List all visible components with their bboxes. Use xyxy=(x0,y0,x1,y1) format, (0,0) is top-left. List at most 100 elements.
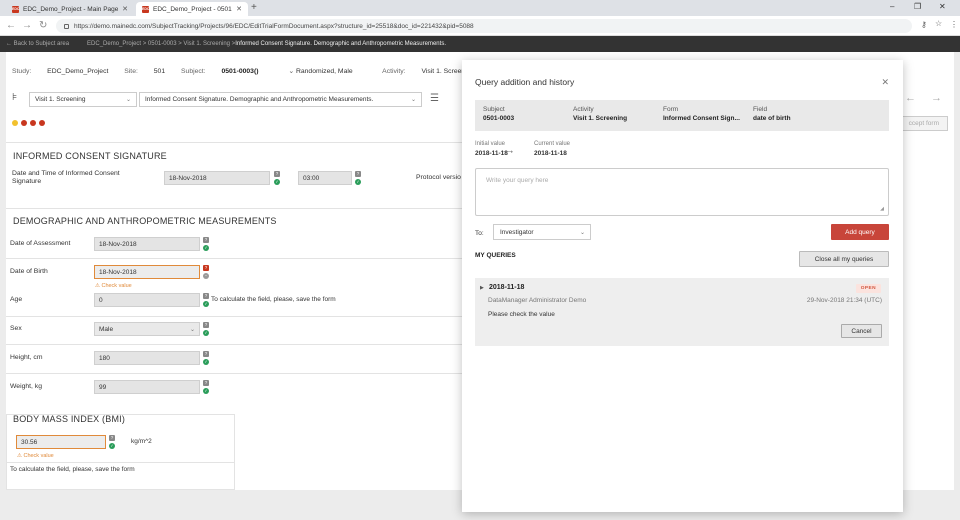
breadcrumb: ← Back to Subject area EDC_Demo_Project … xyxy=(0,36,960,52)
check-icon: ✓ xyxy=(203,388,209,394)
new-tab-icon[interactable]: + xyxy=(251,2,257,14)
sex-select[interactable]: Male ⌄ xyxy=(94,322,200,336)
close-icon[interactable]: ✕ xyxy=(122,5,128,13)
url-input[interactable]: https://demo.mainedc.com/SubjectTracking… xyxy=(56,19,912,33)
bmi-calc-note: To calculate the field, please, save the… xyxy=(10,466,135,473)
status-dot-red xyxy=(30,120,36,126)
my-queries-heading: MY QUERIES xyxy=(475,252,516,259)
weight-label: Weight, kg xyxy=(10,383,42,390)
chevron-down-icon: ⌄ xyxy=(579,230,585,236)
consent-date-field[interactable]: 18-Nov-2018 xyxy=(164,171,270,185)
study-value: EDC_Demo_Project xyxy=(47,68,109,75)
query-item: ▶ 2018-11-18 OPEN DataManager Administra… xyxy=(475,278,889,346)
bmi-unit: kg/m^2 xyxy=(131,438,152,445)
protocol-version-label: Protocol versio xyxy=(416,174,461,181)
maximize-icon[interactable]: ❐ xyxy=(914,2,921,11)
browser-tab-form[interactable]: EDC EDC_Demo_Project - 0501-0003 ✕ xyxy=(136,2,248,16)
history-icon[interactable]: ☰ xyxy=(430,93,439,104)
key-icon[interactable]: ⚷ xyxy=(921,20,927,29)
check-icon: ✓ xyxy=(203,245,209,251)
form-select[interactable]: Informed Consent Signature. Demographic … xyxy=(139,92,422,107)
section-title-bmi: BODY MASS INDEX (BMI) xyxy=(13,414,126,424)
status-dropdown[interactable]: ⌄ Randomized, Male xyxy=(288,68,366,75)
url-text: https://demo.mainedc.com/SubjectTracking… xyxy=(74,22,474,30)
browser-tab-main-page[interactable]: EDC EDC_Demo_Project - Main Page ✕ xyxy=(6,2,134,16)
consent-time-field[interactable]: 03:00 xyxy=(298,171,352,185)
query-text: Please check the value xyxy=(488,311,555,318)
bmi-field[interactable]: 30.56 xyxy=(16,435,106,449)
current-value: Current value 2018-11-18 xyxy=(534,141,571,157)
edc-favicon-icon: EDC xyxy=(142,5,150,13)
height-label: Height, cm xyxy=(10,354,43,361)
age-calc-note: To calculate the field, please, save the… xyxy=(211,296,336,303)
visit-select[interactable]: Visit 1. Screening ⌄ xyxy=(29,92,137,107)
status-badge: OPEN xyxy=(855,284,881,293)
query-icon[interactable]: ? xyxy=(203,293,209,299)
cancel-query-button[interactable]: Cancel xyxy=(841,324,882,338)
add-query-button[interactable]: Add query xyxy=(831,224,889,240)
back-arrow-icon[interactable]: ← xyxy=(6,20,16,32)
query-textarea[interactable]: Write your query here ◢ xyxy=(475,168,889,216)
divider xyxy=(6,258,466,259)
query-icon[interactable]: ? xyxy=(203,322,209,328)
breadcrumb-path[interactable]: EDC_Demo_Project > 0501-0003 > Visit 1. … xyxy=(87,41,235,47)
previous-arrow-icon[interactable]: ← xyxy=(905,93,916,104)
tab-title: EDC_Demo_Project - 0501-0003 xyxy=(153,5,232,13)
section-title-demographic: DEMOGRAPHIC AND ANTHROPOMETRIC MEASUREME… xyxy=(13,216,277,226)
close-all-queries-button[interactable]: Close all my queries xyxy=(799,251,889,267)
info-activity: Activity Visit 1. Screening xyxy=(573,106,628,122)
query-icon[interactable]: ? xyxy=(274,171,280,177)
divider xyxy=(6,142,466,143)
star-icon[interactable]: ☆ xyxy=(935,19,942,28)
site-value: 501 xyxy=(153,68,166,75)
sex-label: Sex xyxy=(10,325,22,332)
back-to-subject-link[interactable]: ← Back to Subject area xyxy=(6,41,69,47)
tab-title: EDC_Demo_Project - Main Page xyxy=(23,5,119,13)
minimize-icon[interactable]: – xyxy=(890,2,894,11)
info-field: Field date of birth xyxy=(753,106,791,122)
close-icon[interactable]: ✕ xyxy=(236,5,242,13)
expand-triangle-icon[interactable]: ▶ xyxy=(480,285,484,291)
age-field[interactable]: 0 xyxy=(94,293,200,307)
query-date[interactable]: 2018-11-18 xyxy=(489,284,524,291)
tree-structure-icon[interactable]: ⊧ xyxy=(12,92,17,103)
query-icon[interactable]: ? xyxy=(203,351,209,357)
pending-icon: − xyxy=(203,273,209,279)
check-icon: ✓ xyxy=(274,179,280,185)
status-dot-yellow xyxy=(12,120,18,126)
lock-icon xyxy=(64,23,69,29)
close-icon[interactable]: ✕ xyxy=(881,78,889,87)
query-icon[interactable]: ? xyxy=(203,380,209,386)
menu-dots-icon[interactable]: ⋮ xyxy=(950,20,958,29)
resize-grip-icon[interactable]: ◢ xyxy=(880,206,884,212)
query-icon[interactable]: ? xyxy=(109,435,115,441)
divider xyxy=(6,344,466,345)
subject-value: 0501-0003() xyxy=(221,68,259,75)
check-icon: ✓ xyxy=(203,330,209,336)
query-open-icon[interactable]: ? xyxy=(203,265,209,271)
check-icon: ✓ xyxy=(355,179,361,185)
address-bar: ← → ↻ https://demo.mainedc.com/SubjectTr… xyxy=(0,16,960,36)
assessment-date-field[interactable]: 18-Nov-2018 xyxy=(94,237,200,251)
consent-date-label: Date and Time of Informed Consent Signat… xyxy=(12,170,120,185)
divider xyxy=(6,373,466,374)
query-icon[interactable]: ? xyxy=(203,237,209,243)
query-icon[interactable]: ? xyxy=(355,171,361,177)
dob-field[interactable]: 18-Nov-2018 xyxy=(94,265,200,279)
weight-field[interactable]: 99 xyxy=(94,380,200,394)
forward-arrow-icon[interactable]: → xyxy=(22,20,32,32)
reload-icon[interactable]: ↻ xyxy=(39,20,47,32)
query-author: DataManager Administrator Demo xyxy=(488,297,587,304)
height-field[interactable]: 180 xyxy=(94,351,200,365)
window-close-icon[interactable]: ✕ xyxy=(939,2,946,11)
assessment-date-label: Date of Assessment xyxy=(10,240,71,247)
divider xyxy=(6,208,466,209)
next-arrow-icon[interactable]: → xyxy=(931,93,942,104)
recipient-select[interactable]: Investigator ⌄ xyxy=(493,224,591,240)
query-timestamp: 29-Nov-2018 21:34 (UTC) xyxy=(806,297,882,304)
chevron-down-icon: ⌄ xyxy=(125,97,131,103)
section-title-consent: INFORMED CONSENT SIGNATURE xyxy=(13,151,167,161)
edc-favicon-icon: EDC xyxy=(12,5,20,13)
info-form: Form Informed Consent Sign... xyxy=(663,106,740,122)
divider xyxy=(6,462,235,463)
